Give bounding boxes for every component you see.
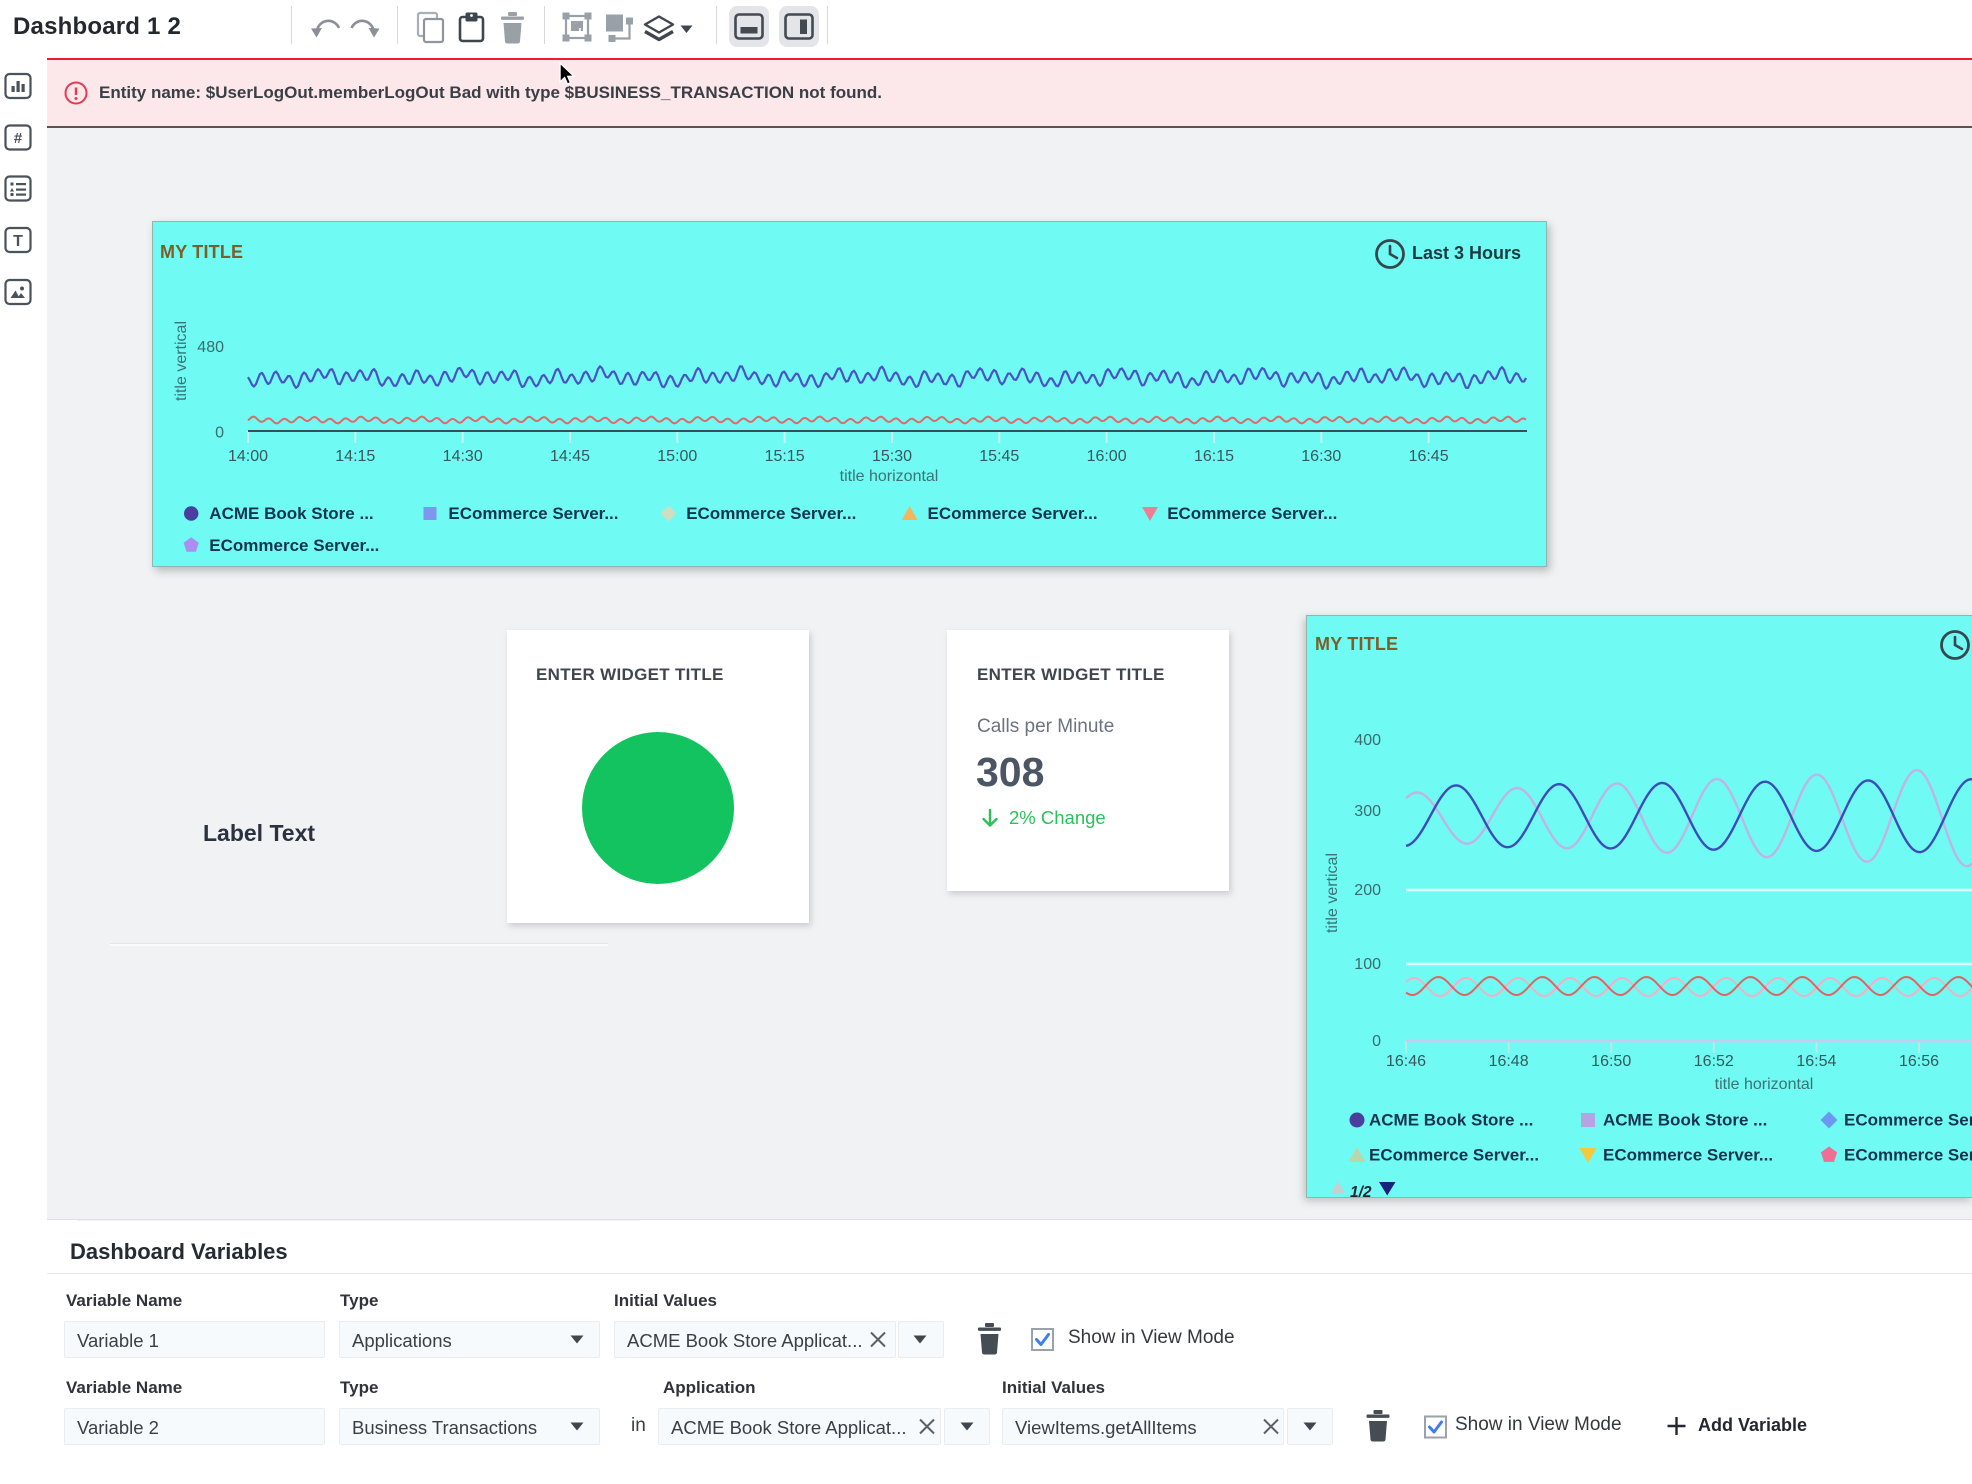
svg-text:#: # xyxy=(14,130,23,147)
svg-text:ECommerce Server...: ECommerce Server... xyxy=(448,504,618,523)
svg-text:16:50: 16:50 xyxy=(1591,1053,1631,1070)
svg-text:16:48: 16:48 xyxy=(1489,1053,1529,1070)
svg-text:400: 400 xyxy=(1354,732,1381,749)
svg-text:ECommerce Serv: ECommerce Serv xyxy=(1844,1111,1972,1130)
svg-text:16:56: 16:56 xyxy=(1899,1053,1939,1070)
svg-text:0: 0 xyxy=(1372,1033,1381,1050)
svg-text:14:00: 14:00 xyxy=(228,448,268,465)
svg-text:title horizontal: title horizontal xyxy=(840,468,939,485)
svg-text:ECommerce Server...: ECommerce Server... xyxy=(1167,504,1337,523)
svg-text:100: 100 xyxy=(1354,956,1381,973)
svg-text:ACME Book Store ...: ACME Book Store ... xyxy=(209,504,373,523)
svg-text:16:15: 16:15 xyxy=(1194,448,1234,465)
svg-text:16:46: 16:46 xyxy=(1386,1053,1426,1070)
svg-text:15:00: 15:00 xyxy=(657,448,697,465)
svg-text:16:00: 16:00 xyxy=(1087,448,1127,465)
svg-text:T: T xyxy=(13,233,23,250)
svg-text:ECommerce Serv: ECommerce Serv xyxy=(1844,1146,1972,1165)
svg-text:ACME Book Store ...: ACME Book Store ... xyxy=(1603,1111,1767,1130)
svg-text:ECommerce Server...: ECommerce Server... xyxy=(209,536,379,555)
svg-text:480: 480 xyxy=(197,339,224,356)
svg-text:16:45: 16:45 xyxy=(1409,448,1449,465)
svg-text:ECommerce Server...: ECommerce Server... xyxy=(686,504,856,523)
svg-text:14:15: 14:15 xyxy=(335,448,375,465)
svg-text:16:30: 16:30 xyxy=(1301,448,1341,465)
svg-text:ACME Book Store ...: ACME Book Store ... xyxy=(1369,1111,1533,1130)
svg-text:title vertical: title vertical xyxy=(1324,853,1341,933)
svg-text:200: 200 xyxy=(1354,882,1381,899)
svg-text:16:52: 16:52 xyxy=(1694,1053,1734,1070)
svg-text:ECommerce Server...: ECommerce Server... xyxy=(1603,1146,1773,1165)
svg-text:15:45: 15:45 xyxy=(979,448,1019,465)
svg-text:title horizontal: title horizontal xyxy=(1715,1076,1814,1093)
svg-text:14:45: 14:45 xyxy=(550,448,590,465)
svg-text:16:54: 16:54 xyxy=(1796,1053,1836,1070)
svg-text:14:30: 14:30 xyxy=(443,448,483,465)
svg-text:title vertical: title vertical xyxy=(173,321,190,401)
svg-text:15:30: 15:30 xyxy=(872,448,912,465)
svg-text:0: 0 xyxy=(215,425,224,442)
svg-text:ECommerce Server...: ECommerce Server... xyxy=(928,504,1098,523)
svg-text:1/2: 1/2 xyxy=(1350,1184,1372,1198)
svg-text:300: 300 xyxy=(1354,803,1381,820)
svg-text:ECommerce Server...: ECommerce Server... xyxy=(1369,1146,1539,1165)
svg-text:15:15: 15:15 xyxy=(765,448,805,465)
